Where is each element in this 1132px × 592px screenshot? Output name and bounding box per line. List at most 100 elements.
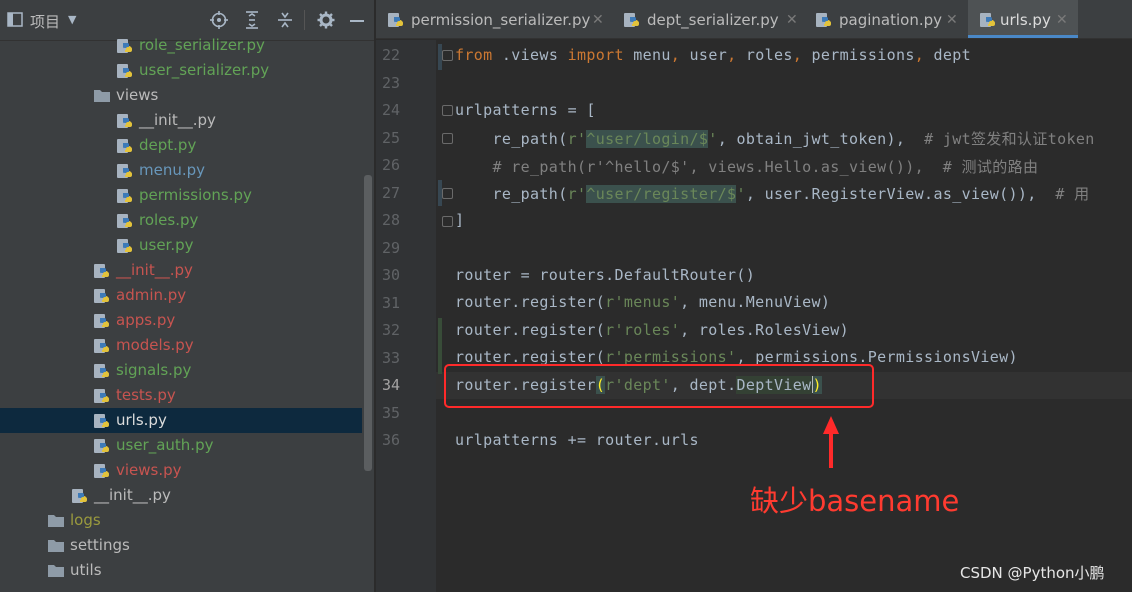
fold-marker-icon[interactable]	[442, 105, 453, 116]
expand-all-icon[interactable]	[243, 11, 261, 29]
python-file-icon	[94, 439, 109, 453]
tree-folder[interactable]: ›logs	[0, 508, 362, 533]
gear-icon[interactable]	[317, 11, 335, 29]
tree-file[interactable]: models.py	[0, 333, 362, 358]
tree-file[interactable]: permissions.py	[0, 183, 362, 208]
tree-item-label: menu.py	[139, 161, 206, 179]
tree-item-label: views.py	[116, 461, 182, 479]
python-file-icon	[94, 389, 109, 403]
code-line-31[interactable]: router.register(r'menus', menu.MenuView)	[455, 293, 830, 311]
folder-icon	[48, 540, 64, 552]
tree-item-label: role_serializer.py	[139, 36, 265, 54]
code-line-30[interactable]: router = routers.DefaultRouter()	[455, 266, 755, 284]
line-number: 36	[381, 431, 400, 449]
fold-marker-icon[interactable]	[442, 188, 453, 199]
vcs-change-marker	[438, 318, 442, 374]
close-icon[interactable]: ✕	[1056, 0, 1068, 40]
close-icon[interactable]: ✕	[786, 0, 798, 40]
python-file-icon	[117, 214, 132, 228]
tab-permission-serializer[interactable]: permission_serializer.py ✕	[376, 0, 604, 38]
tree-file[interactable]: role_serializer.py	[0, 33, 362, 58]
tree-file[interactable]: __init__.py	[0, 258, 362, 283]
folder-icon	[48, 515, 64, 527]
tree-file[interactable]: menu.py	[0, 158, 362, 183]
python-file-icon	[816, 13, 831, 27]
tree-scrollbar[interactable]	[364, 175, 372, 471]
python-file-icon	[117, 114, 132, 128]
python-file-icon	[94, 289, 109, 303]
fold-marker-icon[interactable]	[442, 216, 453, 227]
tree-file[interactable]: apps.py	[0, 308, 362, 333]
python-file-icon	[72, 489, 87, 503]
tree-file[interactable]: roles.py	[0, 208, 362, 233]
code-line-22[interactable]: from .views import menu, user, roles, pe…	[455, 46, 971, 64]
annotation-arrow-icon	[823, 416, 839, 468]
python-file-icon	[94, 414, 109, 428]
tree-item-label: signals.py	[116, 361, 192, 379]
tree-item-label: __init__.py	[116, 261, 193, 279]
close-icon[interactable]: ✕	[592, 0, 604, 40]
watermark: CSDN @Python小鹏	[960, 564, 1105, 582]
python-file-icon	[94, 264, 109, 278]
line-number: 22	[381, 46, 400, 64]
annotation-label: 缺少basename	[750, 484, 960, 518]
code-line-32[interactable]: router.register(r'roles', roles.RolesVie…	[455, 321, 849, 339]
code-line-28[interactable]: ]	[455, 211, 464, 229]
tree-item-label: user_serializer.py	[139, 61, 270, 79]
tree-folder[interactable]: ›settings	[0, 533, 362, 558]
python-file-icon	[624, 13, 639, 27]
code-line-26[interactable]: # re_path(r'^hello/$', views.Hello.as_vi…	[455, 156, 1038, 177]
tree-file[interactable]: __init__.py	[0, 108, 362, 133]
python-file-icon	[94, 364, 109, 378]
tree-folder[interactable]: ⌄utils	[0, 558, 362, 583]
tab-urls[interactable]: urls.py ✕	[968, 0, 1078, 38]
tree-file[interactable]: user.py	[0, 233, 362, 258]
tree-file[interactable]: user_auth.py	[0, 433, 362, 458]
chevron-down-icon[interactable]: ▼	[68, 13, 76, 26]
code-line-25[interactable]: re_path(r'^user/login/$', obtain_jwt_tok…	[455, 128, 1095, 149]
tree-file[interactable]: views.py	[0, 458, 362, 483]
tree-file[interactable]: user_serializer.py	[0, 58, 362, 83]
project-title[interactable]: 项目	[30, 11, 60, 32]
line-number: 30	[381, 266, 400, 284]
python-file-icon	[117, 189, 132, 203]
tree-item-label: roles.py	[139, 211, 199, 229]
tree-item-label: dept.py	[139, 136, 197, 154]
tree-item-label: models.py	[116, 336, 194, 354]
fold-marker-icon[interactable]	[442, 133, 453, 144]
python-file-icon	[117, 39, 132, 53]
code-line-24[interactable]: urlpatterns = [	[455, 101, 596, 119]
tree-item-label: views	[116, 86, 159, 104]
python-file-icon	[117, 64, 132, 78]
line-number: 25	[381, 128, 400, 147]
python-file-icon	[117, 164, 132, 178]
tree-item-label: __init__.py	[139, 111, 216, 129]
toolbar-separator	[304, 10, 305, 30]
folder-icon	[94, 90, 110, 102]
locate-icon[interactable]	[210, 11, 228, 29]
tab-dept-serializer[interactable]: dept_serializer.py ✕	[612, 0, 798, 38]
line-number: 24	[381, 101, 400, 119]
tree-file[interactable]: __init__.py	[0, 483, 362, 508]
tree-file[interactable]: dept.py	[0, 133, 362, 158]
tab-pagination[interactable]: pagination.py ✕	[804, 0, 964, 38]
line-number: 34	[381, 376, 400, 394]
line-number: 28	[381, 211, 400, 229]
tree-item-label: user.py	[139, 236, 194, 254]
tree-file[interactable]: admin.py	[0, 283, 362, 308]
tree-folder[interactable]: ⌄views	[0, 83, 362, 108]
minimize-icon[interactable]	[349, 11, 365, 29]
close-icon[interactable]: ✕	[946, 0, 958, 40]
line-number: 33	[381, 348, 400, 367]
collapse-all-icon[interactable]	[276, 11, 294, 29]
code-line-27[interactable]: re_path(r'^user/register/$', user.Regist…	[455, 183, 1090, 204]
python-file-icon	[388, 13, 403, 27]
line-number: 26	[381, 156, 400, 174]
code-line-36[interactable]: urlpatterns += router.urls	[455, 431, 699, 449]
tree-file[interactable]: urls.py	[0, 408, 362, 433]
python-file-icon	[94, 339, 109, 353]
fold-marker-icon[interactable]	[442, 50, 453, 61]
tree-file[interactable]: tests.py	[0, 383, 362, 408]
line-number: 29	[381, 238, 400, 257]
tree-file[interactable]: signals.py	[0, 358, 362, 383]
